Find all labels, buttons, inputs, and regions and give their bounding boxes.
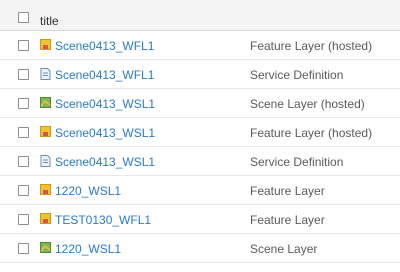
row-checkbox[interactable] — [18, 69, 29, 80]
row-checkbox[interactable] — [18, 243, 29, 254]
feature-layer-icon — [40, 184, 51, 195]
feature-layer-icon — [40, 213, 51, 224]
row-checkbox[interactable] — [18, 40, 29, 51]
table-row: Scene0413_WSL1 Service Definition — [0, 147, 400, 176]
items-table: title Scene0413_WFL1 Feature Layer (host… — [0, 0, 400, 263]
service-definition-icon — [40, 155, 51, 167]
table-row: TEST0130_WFL1 Feature Layer — [0, 205, 400, 234]
row-checkbox[interactable] — [18, 185, 29, 196]
item-type: Feature Layer — [250, 213, 325, 227]
item-type: Service Definition — [250, 68, 344, 82]
item-title-link[interactable]: Scene0413_WSL1 — [55, 126, 155, 140]
item-title-link[interactable]: Scene0413_WSL1 — [55, 155, 155, 169]
scene-layer-icon — [40, 97, 51, 108]
table-row: 1220_WSL1 Scene Layer — [0, 234, 400, 263]
item-type: Feature Layer (hosted) — [250, 126, 373, 140]
title-column-header[interactable]: title — [40, 14, 59, 28]
service-definition-icon — [40, 68, 51, 80]
table-row: 1220_WSL1 Feature Layer — [0, 176, 400, 205]
feature-layer-icon — [40, 39, 51, 50]
table-row: Scene0413_WSL1 Scene Layer (hosted) — [0, 89, 400, 118]
table-header: title — [0, 0, 400, 31]
row-checkbox[interactable] — [18, 214, 29, 225]
item-title-link[interactable]: TEST0130_WFL1 — [55, 213, 151, 227]
feature-layer-icon — [40, 126, 51, 137]
table-row: Scene0413_WSL1 Feature Layer (hosted) — [0, 118, 400, 147]
item-type: Scene Layer — [250, 242, 318, 256]
scene-layer-icon — [40, 242, 51, 253]
item-type: Feature Layer (hosted) — [250, 39, 373, 53]
item-type: Service Definition — [250, 155, 344, 169]
table-row: Scene0413_WFL1 Service Definition — [0, 60, 400, 89]
select-all-checkbox[interactable] — [18, 12, 29, 23]
item-type: Feature Layer — [250, 184, 325, 198]
table-row: Scene0413_WFL1 Feature Layer (hosted) — [0, 31, 400, 60]
item-title-link[interactable]: Scene0413_WFL1 — [55, 68, 154, 82]
row-checkbox[interactable] — [18, 98, 29, 109]
item-title-link[interactable]: Scene0413_WSL1 — [55, 97, 155, 111]
item-title-link[interactable]: 1220_WSL1 — [55, 184, 121, 198]
row-checkbox[interactable] — [18, 156, 29, 167]
item-type: Scene Layer (hosted) — [250, 97, 365, 111]
item-title-link[interactable]: 1220_WSL1 — [55, 242, 121, 256]
row-checkbox[interactable] — [18, 127, 29, 138]
item-title-link[interactable]: Scene0413_WFL1 — [55, 39, 154, 53]
